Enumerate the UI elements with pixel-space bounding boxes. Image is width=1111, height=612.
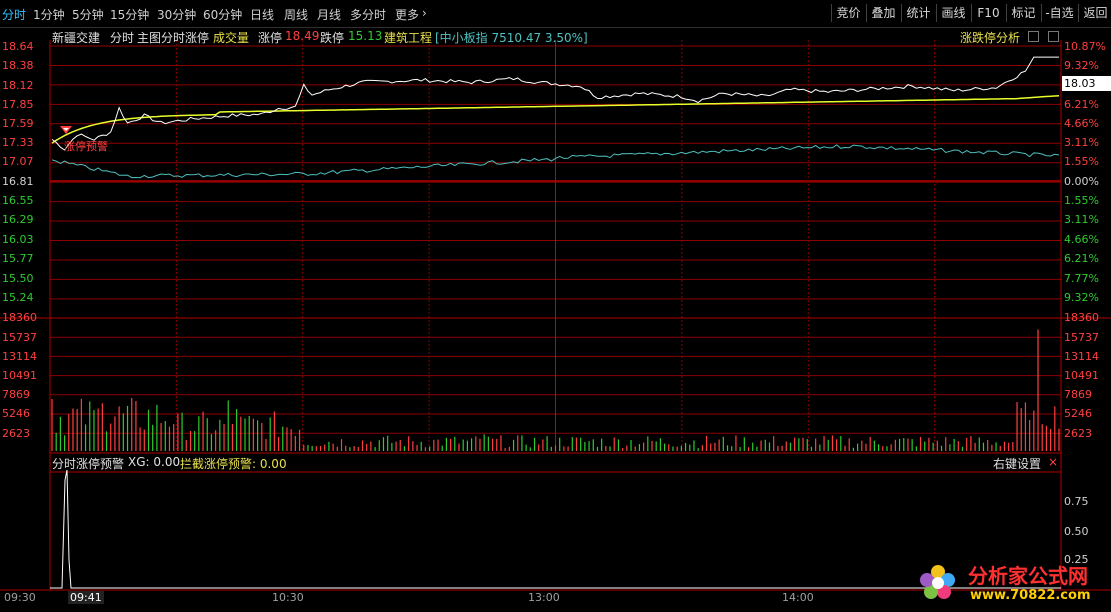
index-info: [中小板指 7510.47 3.50%] xyxy=(435,31,588,45)
time-tick: 13:00 xyxy=(528,591,560,604)
volume-tick: 13114 xyxy=(2,350,37,363)
pct-tick: 7.77% xyxy=(1064,272,1099,285)
price-tick: 18.38 xyxy=(2,59,34,72)
volume-tick: 5246 xyxy=(1064,407,1092,420)
minimize-icon[interactable] xyxy=(1028,31,1039,42)
pct-tick: 3.11% xyxy=(1064,213,1099,226)
pct-tick: 4.66% xyxy=(1064,233,1099,246)
watermark-url: www.70822.com xyxy=(970,588,1091,603)
price-tick: 18.12 xyxy=(2,79,34,92)
price-tick: 16.81 xyxy=(2,175,34,188)
volume-tick: 7869 xyxy=(2,388,30,401)
limit-down-value: 15.13 xyxy=(348,29,383,43)
sub-axis-tick: 0.50 xyxy=(1064,525,1089,538)
current-price-badge: 18.03 xyxy=(1062,76,1111,91)
stock-name: 新疆交建 xyxy=(52,31,101,45)
volume-label: 成交量 xyxy=(213,31,250,45)
sector-name[interactable]: 建筑工程 xyxy=(384,29,432,46)
time-tick: 10:30 xyxy=(272,591,304,604)
pct-tick: 6.21% xyxy=(1064,98,1099,111)
cursor-time: 09:41 xyxy=(68,591,104,604)
pct-tick: 0.00% xyxy=(1064,175,1099,188)
pct-tick: 6.21% xyxy=(1064,252,1099,265)
block-warning-value: 拦截涨停预警: 0.00 xyxy=(180,457,287,471)
watermark-brand: 分析家公式网 xyxy=(968,564,1088,588)
volume-tick: 15737 xyxy=(2,331,37,344)
volume-tick: 18360 xyxy=(1064,311,1099,324)
price-tick: 18.64 xyxy=(2,40,34,53)
right-click-settings[interactable]: 右键设置 xyxy=(993,455,1041,472)
pct-tick: 9.32% xyxy=(1064,291,1099,304)
volume-tick: 10491 xyxy=(1064,369,1099,382)
chart-mode: 分时 xyxy=(110,31,135,45)
price-tick: 17.59 xyxy=(2,117,34,130)
limit-analysis-link[interactable]: 涨跌停分析 xyxy=(960,29,1020,46)
limit-up-label: 涨停 xyxy=(258,31,283,45)
close-icon[interactable]: × xyxy=(1048,455,1058,469)
flower-logo-icon xyxy=(920,565,955,599)
volume-tick: 13114 xyxy=(1064,350,1099,363)
price-tick: 17.07 xyxy=(2,155,34,168)
indicator-name: 主图分时涨停 xyxy=(137,31,210,45)
volume-tick: 2623 xyxy=(1064,427,1092,440)
time-tick: 09:30 xyxy=(4,591,36,604)
price-tick: 17.85 xyxy=(2,98,34,111)
pct-tick: 1.55% xyxy=(1064,155,1099,168)
price-tick: 15.24 xyxy=(2,291,34,304)
sub-axis-tick: 0.75 xyxy=(1064,495,1089,508)
limit-down-label: 跌停 xyxy=(320,31,345,45)
signal-spike-line xyxy=(50,469,1061,589)
limit-up-value: 18.49 xyxy=(285,29,320,43)
pct-tick: 4.66% xyxy=(1064,117,1099,130)
pct-tick: 10.87% xyxy=(1064,40,1106,53)
price-tick: 15.50 xyxy=(2,272,34,285)
pct-tick: 3.11% xyxy=(1064,136,1099,149)
sub-panel-title: 分时涨停预警 xyxy=(52,457,125,471)
volume-tick: 15737 xyxy=(1064,331,1099,344)
volume-tick: 7869 xyxy=(1064,388,1092,401)
volume-tick: 18360 xyxy=(2,311,37,324)
restore-icon[interactable] xyxy=(1048,31,1059,42)
xg-value: XG: 0.00 xyxy=(128,455,181,469)
pct-tick: 9.32% xyxy=(1064,59,1099,72)
volume-tick: 10491 xyxy=(2,369,37,382)
time-tick: 14:00 xyxy=(782,591,814,604)
site-watermark: 分析家公式网 www.70822.com xyxy=(912,556,1111,612)
price-tick: 16.03 xyxy=(2,233,34,246)
intraday-chart[interactable] xyxy=(0,0,1111,612)
price-tick: 16.29 xyxy=(2,213,34,226)
price-tick: 17.33 xyxy=(2,136,34,149)
price-tick: 16.55 xyxy=(2,194,34,207)
price-tick: 15.77 xyxy=(2,252,34,265)
pct-tick: 1.55% xyxy=(1064,194,1099,207)
volume-tick: 2623 xyxy=(2,427,30,440)
grid xyxy=(0,40,1111,591)
volume-tick: 5246 xyxy=(2,407,30,420)
limit-up-warning-label: 涨停预警 xyxy=(64,140,108,153)
